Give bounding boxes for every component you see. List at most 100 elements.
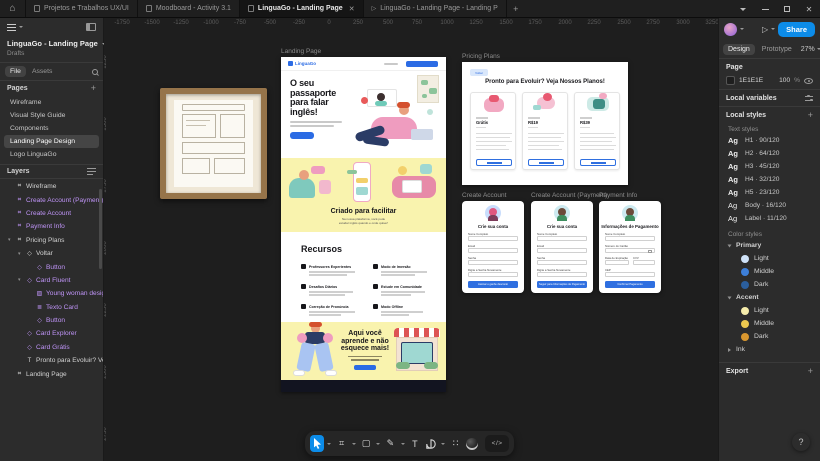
text-style-label[interactable]: Ag Label · 11/120 bbox=[719, 212, 820, 225]
layers-scrollbar[interactable] bbox=[99, 189, 102, 269]
user-avatar[interactable] bbox=[724, 22, 737, 36]
layer-pronto-para-evoluir-text[interactable]: T Pronto para Evoluir? Veja Nossos bbox=[0, 354, 103, 367]
file-title[interactable]: LinguaGo - Landing Page bbox=[7, 39, 98, 48]
main-menu-button[interactable] bbox=[7, 23, 23, 31]
text-tool[interactable]: T bbox=[408, 435, 422, 452]
page-item-logo-linguago[interactable]: Logo LinguaGo bbox=[4, 148, 99, 161]
frame-label-pricing-plans[interactable]: Pricing Plans bbox=[462, 53, 500, 60]
window-menu-button[interactable] bbox=[732, 0, 754, 18]
layer-pricing-plans[interactable]: ▾ ⌗ Pricing Plans bbox=[0, 234, 103, 247]
add-style-button[interactable]: + bbox=[808, 110, 813, 120]
maximize-button[interactable] bbox=[776, 0, 798, 18]
help-button[interactable]: ? bbox=[792, 433, 810, 451]
text-style-body[interactable]: Ag Body · 16/120 bbox=[719, 199, 820, 212]
chevron-down-icon[interactable] bbox=[351, 442, 356, 445]
tab-prototype[interactable]: Prototype bbox=[757, 44, 797, 55]
tab-moodboard[interactable]: Moodboard - Activity 3.1 bbox=[138, 0, 240, 17]
canvas[interactable]: -1750 -1500 -1250 -1000 -750 -500 -250 0… bbox=[104, 18, 718, 461]
layer-card-fluent[interactable]: ▾ ◇ Card Fluent bbox=[0, 274, 103, 287]
layer-payment-info[interactable]: ⌗ Payment Info bbox=[0, 220, 103, 233]
layer-wireframe[interactable]: ⌗ Wireframe bbox=[0, 180, 103, 193]
export-header[interactable]: Export bbox=[726, 368, 748, 375]
artboard-payment-info[interactable]: Informações de Pagamento Nome Completo N… bbox=[599, 201, 661, 293]
local-styles-header[interactable]: Local styles bbox=[726, 112, 766, 119]
home-icon[interactable]: ⌂ bbox=[0, 0, 26, 17]
page-opacity-value[interactable]: 100 bbox=[779, 77, 790, 84]
dev-mode-toggle[interactable]: </> bbox=[485, 435, 509, 452]
color-primary-dark[interactable]: Dark bbox=[719, 278, 820, 291]
page-color-hex[interactable]: 1E1E1E bbox=[739, 77, 763, 84]
artboard-pricing-plans[interactable]: Voltar Pronto para Evoluir? Veja Nossos … bbox=[462, 62, 628, 185]
text-style-h3[interactable]: Ag H3 · 45/120 bbox=[719, 160, 820, 173]
page-item-visual-style-guide[interactable]: Visual Style Guide bbox=[4, 109, 99, 122]
layer-landing-page[interactable]: ⌗ Landing Page bbox=[0, 367, 103, 380]
file-location[interactable]: Drafts bbox=[7, 50, 96, 57]
text-style-h5[interactable]: Ag H5 · 23/120 bbox=[719, 186, 820, 199]
visibility-eye-icon[interactable] bbox=[804, 77, 813, 84]
collapse-panel-icon[interactable] bbox=[86, 23, 96, 31]
text-style-h4[interactable]: Ag H4 · 32/120 bbox=[719, 173, 820, 186]
tab-file[interactable]: File bbox=[5, 66, 26, 77]
comment-tool[interactable] bbox=[424, 435, 438, 452]
zoom-level[interactable]: 27% bbox=[801, 46, 815, 53]
color-accent-middle[interactable]: Middle bbox=[719, 317, 820, 330]
close-tab-icon[interactable]: ✕ bbox=[349, 5, 355, 13]
layer-voltar[interactable]: ▾ ◇ Voltar bbox=[0, 247, 103, 260]
search-icon[interactable] bbox=[92, 68, 99, 76]
close-window-button[interactable]: ✕ bbox=[798, 0, 820, 18]
present-button[interactable]: ▷ bbox=[762, 25, 768, 34]
page-item-landing-page-design[interactable]: Landing Page Design bbox=[4, 135, 99, 148]
frame-label-payment-info[interactable]: Payment Info bbox=[599, 192, 637, 199]
color-group-ink[interactable]: Ink bbox=[719, 343, 820, 356]
layer-create-account-payment[interactable]: ⌗ Create Account (Payment) bbox=[0, 193, 103, 206]
artboard-landing-page[interactable]: LinguaGo O seu passaporte para falar ing… bbox=[281, 57, 446, 392]
layers-list-icon[interactable] bbox=[87, 168, 96, 175]
tab-projetos[interactable]: Projetos e Trabalhos UX/UI bbox=[26, 0, 138, 17]
tab-assets[interactable]: Assets bbox=[28, 66, 56, 77]
chevron-down-icon[interactable] bbox=[376, 442, 381, 445]
chevron-down-icon[interactable] bbox=[771, 28, 776, 30]
layer-young-woman-designer[interactable]: ▨Young woman designer bbox=[0, 287, 103, 300]
add-export-button[interactable]: + bbox=[808, 367, 813, 376]
tab-linguago-active[interactable]: LinguaGo - Landing Page ✕ bbox=[239, 0, 364, 17]
shape-tool[interactable]: ▢ bbox=[359, 435, 373, 452]
add-page-button[interactable]: + bbox=[91, 84, 96, 93]
layer-card-explorer[interactable]: ◇ Card Explorer bbox=[0, 327, 103, 340]
layer-button-2[interactable]: ◇ Button bbox=[0, 314, 103, 327]
page-item-wireframe[interactable]: Wireframe bbox=[4, 96, 99, 109]
artboard-create-account-payment[interactable]: Crie sua conta Nome Completo Email Senha… bbox=[531, 201, 593, 293]
chevron-down-icon[interactable] bbox=[740, 28, 744, 30]
frame-label-landing-page[interactable]: Landing Page bbox=[281, 48, 321, 55]
layer-texto-card[interactable]: ≣ Texto Card bbox=[0, 301, 103, 314]
text-style-h2[interactable]: Ag H2 · 64/120 bbox=[719, 147, 820, 160]
new-tab-button[interactable]: + bbox=[507, 0, 525, 17]
artboard-create-account[interactable]: Crie sua conta Nome Completo Email Senha… bbox=[462, 201, 524, 293]
color-accent-dark[interactable]: Dark bbox=[719, 330, 820, 343]
move-tool[interactable] bbox=[310, 435, 325, 452]
color-primary-middle[interactable]: Middle bbox=[719, 265, 820, 278]
layer-create-account[interactable]: ⌗ Create Account bbox=[0, 207, 103, 220]
local-variables-header[interactable]: Local variables bbox=[726, 95, 777, 102]
color-group-primary[interactable]: Primary bbox=[719, 239, 820, 252]
wireframe-photo-frame[interactable] bbox=[160, 88, 267, 199]
layers-header[interactable]: Layers bbox=[7, 168, 30, 175]
color-accent-light[interactable]: Light bbox=[719, 304, 820, 317]
frame-label-create-account[interactable]: Create Account bbox=[462, 192, 506, 199]
page-item-components[interactable]: Components bbox=[4, 122, 99, 135]
variables-sliders-icon[interactable] bbox=[805, 94, 813, 102]
page-color-swatch[interactable] bbox=[726, 76, 735, 85]
expand-caret-icon[interactable]: ▾ bbox=[18, 251, 23, 257]
draw-ball-icon[interactable] bbox=[465, 435, 479, 452]
layer-button[interactable]: ◇ Button bbox=[0, 260, 103, 273]
expand-caret-icon[interactable]: ▾ bbox=[8, 237, 13, 243]
frame-tool[interactable]: ⌗ bbox=[334, 435, 348, 452]
actions-tool[interactable]: ∷ bbox=[448, 435, 462, 452]
share-button[interactable]: Share bbox=[778, 21, 815, 37]
layer-card-gratis[interactable]: ◇ Card Grátis bbox=[0, 341, 103, 354]
expand-caret-icon[interactable]: ▾ bbox=[18, 277, 23, 283]
chevron-down-icon[interactable] bbox=[400, 442, 405, 445]
chevron-down-icon[interactable] bbox=[441, 442, 446, 445]
minimize-button[interactable] bbox=[754, 0, 776, 18]
color-group-accent[interactable]: Accent bbox=[719, 291, 820, 304]
text-style-h1[interactable]: Ag H1 · 90/120 bbox=[719, 134, 820, 147]
